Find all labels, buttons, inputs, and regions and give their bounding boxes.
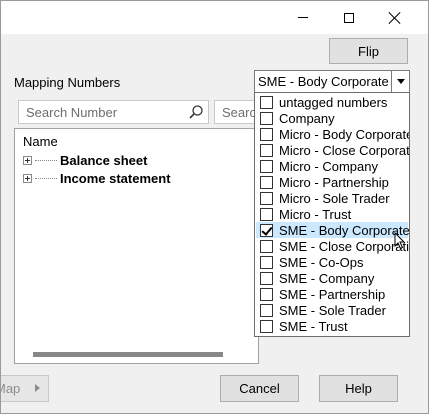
dropdown-toggle[interactable] [391,71,409,92]
minimize-icon [298,17,308,18]
dropdown-option[interactable]: SME - Close Corporation [256,238,410,254]
option-checkbox[interactable] [260,143,273,157]
option-checkbox-checked[interactable] [260,223,273,237]
option-checkbox[interactable] [260,255,273,269]
dropdown-option[interactable]: SME - Co-Ops [256,254,408,270]
option-checkbox[interactable] [260,95,273,109]
option-checkbox[interactable] [260,127,273,141]
option-checkbox[interactable] [260,111,273,125]
minimize-button[interactable] [280,1,326,34]
option-label: SME - Body Corporate [279,222,410,238]
dropdown-option[interactable]: Micro - Body Corporate [256,126,410,142]
mapping-dropdown-list[interactable]: untagged numbers Company Micro - Body Co… [254,92,410,337]
option-label: SME - Co-Ops [279,254,364,270]
expand-icon[interactable] [23,173,32,183]
option-label: Company [279,110,335,126]
tree-item[interactable]: Balance sheet [23,152,147,168]
option-checkbox[interactable] [260,239,273,253]
option-label: Micro - Partnership [279,174,389,190]
tree-item[interactable]: Income statement [23,170,171,186]
option-checkbox[interactable] [260,207,273,221]
option-checkbox[interactable] [260,159,273,173]
option-checkbox[interactable] [260,287,273,301]
flip-button[interactable]: Flip [329,38,408,64]
tree-item-label: Balance sheet [60,152,148,168]
option-checkbox[interactable] [260,191,273,205]
option-label: SME - Close Corporation [279,238,410,254]
dropdown-option[interactable]: SME - Sole Trader [256,302,408,318]
option-label: Micro - Close Corporation [279,142,410,158]
mouse-cursor-icon [394,232,406,250]
search-icon[interactable] [188,104,204,120]
close-icon [389,12,401,24]
option-label: Micro - Body Corporate [279,126,410,142]
mapping-dialog: Flip Mapping Numbers SME - Body Corporat… [0,0,429,414]
search-number-placeholder: Search Number [26,105,118,120]
close-button[interactable] [372,1,418,34]
option-label: Micro - Company [279,158,378,174]
option-label: untagged numbers [279,94,388,110]
tree-connector [35,177,57,179]
tree-item-label: Income statement [60,170,171,186]
search-number-input[interactable]: Search Number [18,100,209,124]
maximize-button[interactable] [326,1,372,34]
horizontal-scrollbar-thumb[interactable] [33,352,223,357]
title-bar [1,1,428,34]
chevron-right-icon [35,384,40,392]
dropdown-option[interactable]: Micro - Sole Trader [256,190,408,206]
help-button[interactable]: Help [319,375,398,402]
maximize-icon [344,12,354,23]
dropdown-option[interactable]: Micro - Partnership [256,174,408,190]
dropdown-option-selected[interactable]: SME - Body Corporate [256,222,410,238]
option-checkbox[interactable] [260,271,273,285]
dropdown-option[interactable]: Micro - Close Corporation [256,142,410,158]
dropdown-option[interactable]: Micro - Company [256,158,408,174]
map-nav-label: Map [1,381,21,396]
dropdown-option[interactable]: SME - Trust [256,318,408,334]
dropdown-option[interactable]: Micro - Trust [256,206,408,222]
tree-connector [35,159,57,161]
option-checkbox[interactable] [260,319,273,333]
option-label: SME - Company [279,270,375,286]
option-label: Micro - Sole Trader [279,190,390,206]
mapping-select[interactable]: SME - Body Corporate [254,70,410,93]
option-checkbox[interactable] [260,303,273,317]
dropdown-option[interactable]: SME - Partnership [256,286,408,302]
map-nav-button[interactable]: Map [1,375,49,402]
dropdown-option[interactable]: Company [256,110,408,126]
option-label: SME - Trust [279,318,348,334]
option-label: Micro - Trust [279,206,352,222]
dropdown-option[interactable]: untagged numbers [256,94,408,110]
mapping-select-value: SME - Body Corporate [258,74,389,89]
dropdown-option[interactable]: SME - Company [256,270,408,286]
mapping-numbers-label: Mapping Numbers [14,75,121,90]
option-label: SME - Partnership [279,286,386,302]
option-checkbox[interactable] [260,175,273,189]
chevron-down-icon [396,79,405,84]
account-tree[interactable]: Name Balance sheet Income statement [14,128,259,364]
tree-header-name: Name [23,134,58,149]
cancel-button[interactable]: Cancel [220,375,299,402]
option-label: SME - Sole Trader [279,302,386,318]
expand-icon[interactable] [23,155,32,165]
